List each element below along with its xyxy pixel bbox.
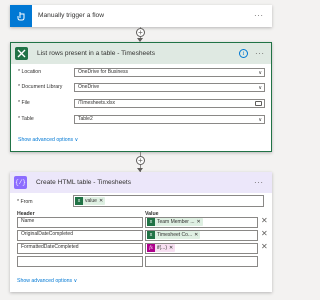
token-label: Timesheet Co... — [157, 232, 193, 238]
location-dropdown[interactable]: OneDrive for Business ∨ — [74, 68, 265, 77]
table-label: * Table — [18, 116, 34, 122]
trigger-title: Manually trigger a flow — [38, 12, 104, 19]
expression-token[interactable]: fx if(...) ✕ — [147, 244, 176, 252]
token-label: if(...) — [157, 245, 167, 251]
html-table-card: {/} Create HTML table - Timesheets ··· *… — [10, 172, 272, 292]
chevron-down-icon: ∨ — [258, 70, 262, 76]
from-token[interactable]: x value ✕ — [75, 197, 106, 205]
excel-menu-button[interactable]: ··· — [255, 50, 265, 58]
code-braces-icon: {/} — [14, 176, 27, 189]
table-dropdown[interactable]: Table2 ∨ — [74, 115, 265, 124]
chevron-down-icon: ∨ — [258, 117, 262, 123]
show-advanced-options-link[interactable]: Show advanced options ∨ — [17, 278, 77, 284]
header-input[interactable]: Name — [17, 217, 143, 228]
location-label: * Location — [18, 69, 42, 75]
file-label: * File — [18, 100, 30, 106]
html-card-title: Create HTML table - Timesheets — [36, 179, 132, 186]
delete-row-icon[interactable]: ✕ — [261, 229, 268, 238]
remove-token-icon[interactable]: ✕ — [194, 232, 198, 238]
delete-row-icon[interactable]: ✕ — [261, 242, 268, 251]
excel-card-title: List rows present in a table - Timesheet… — [37, 50, 156, 57]
folder-icon[interactable] — [255, 101, 262, 106]
excel-icon: x — [147, 231, 155, 239]
value-input[interactable] — [145, 256, 258, 267]
location-value: OneDrive for Business — [78, 69, 129, 75]
delete-row-icon[interactable]: ✕ — [261, 216, 268, 225]
function-icon: fx — [147, 244, 155, 252]
insert-step-button[interactable]: + — [136, 28, 145, 37]
remove-token-icon[interactable]: ✕ — [169, 245, 173, 251]
header-input[interactable] — [17, 256, 143, 267]
header-value: FormattedDateCompleted — [21, 244, 79, 250]
remove-token-icon[interactable]: ✕ — [197, 219, 201, 225]
value-token[interactable]: x Timesheet Co... ✕ — [147, 231, 201, 239]
from-token-label: value — [85, 198, 97, 204]
value-token[interactable]: x Team Member ... ✕ — [147, 218, 203, 226]
excel-icon: x — [147, 218, 155, 226]
chevron-down-icon: ∨ — [258, 85, 262, 91]
header-input[interactable]: OriginalDateCompleted — [17, 230, 143, 241]
file-value: /Timesheets.xlsx — [78, 100, 116, 106]
excel-icon — [15, 47, 28, 60]
html-menu-button[interactable]: ··· — [254, 179, 264, 187]
document-library-label: * Document Library — [18, 84, 63, 90]
info-icon[interactable]: i — [239, 49, 248, 58]
document-library-value: OneDrive — [78, 84, 100, 90]
document-library-dropdown[interactable]: OneDrive ∨ — [74, 83, 265, 92]
header-value: Name — [21, 218, 35, 224]
file-picker[interactable]: /Timesheets.xlsx — [74, 99, 265, 108]
header-input[interactable]: FormattedDateCompleted — [17, 243, 143, 254]
header-value: OriginalDateCompleted — [21, 231, 73, 237]
excel-action-card: List rows present in a table - Timesheet… — [10, 42, 272, 152]
show-advanced-options-link[interactable]: Show advanced options ∨ — [18, 137, 78, 143]
table-value: Table2 — [78, 116, 93, 122]
excel-icon: x — [75, 197, 83, 205]
trigger-menu-button[interactable]: ··· — [254, 12, 264, 20]
remove-token-icon[interactable]: ✕ — [99, 198, 103, 204]
trigger-card[interactable]: Manually trigger a flow ··· — [10, 5, 272, 27]
token-label: Team Member ... — [157, 219, 195, 225]
hand-touch-icon — [10, 5, 32, 27]
from-label: * From — [17, 199, 33, 205]
insert-step-button[interactable]: + — [136, 156, 145, 165]
